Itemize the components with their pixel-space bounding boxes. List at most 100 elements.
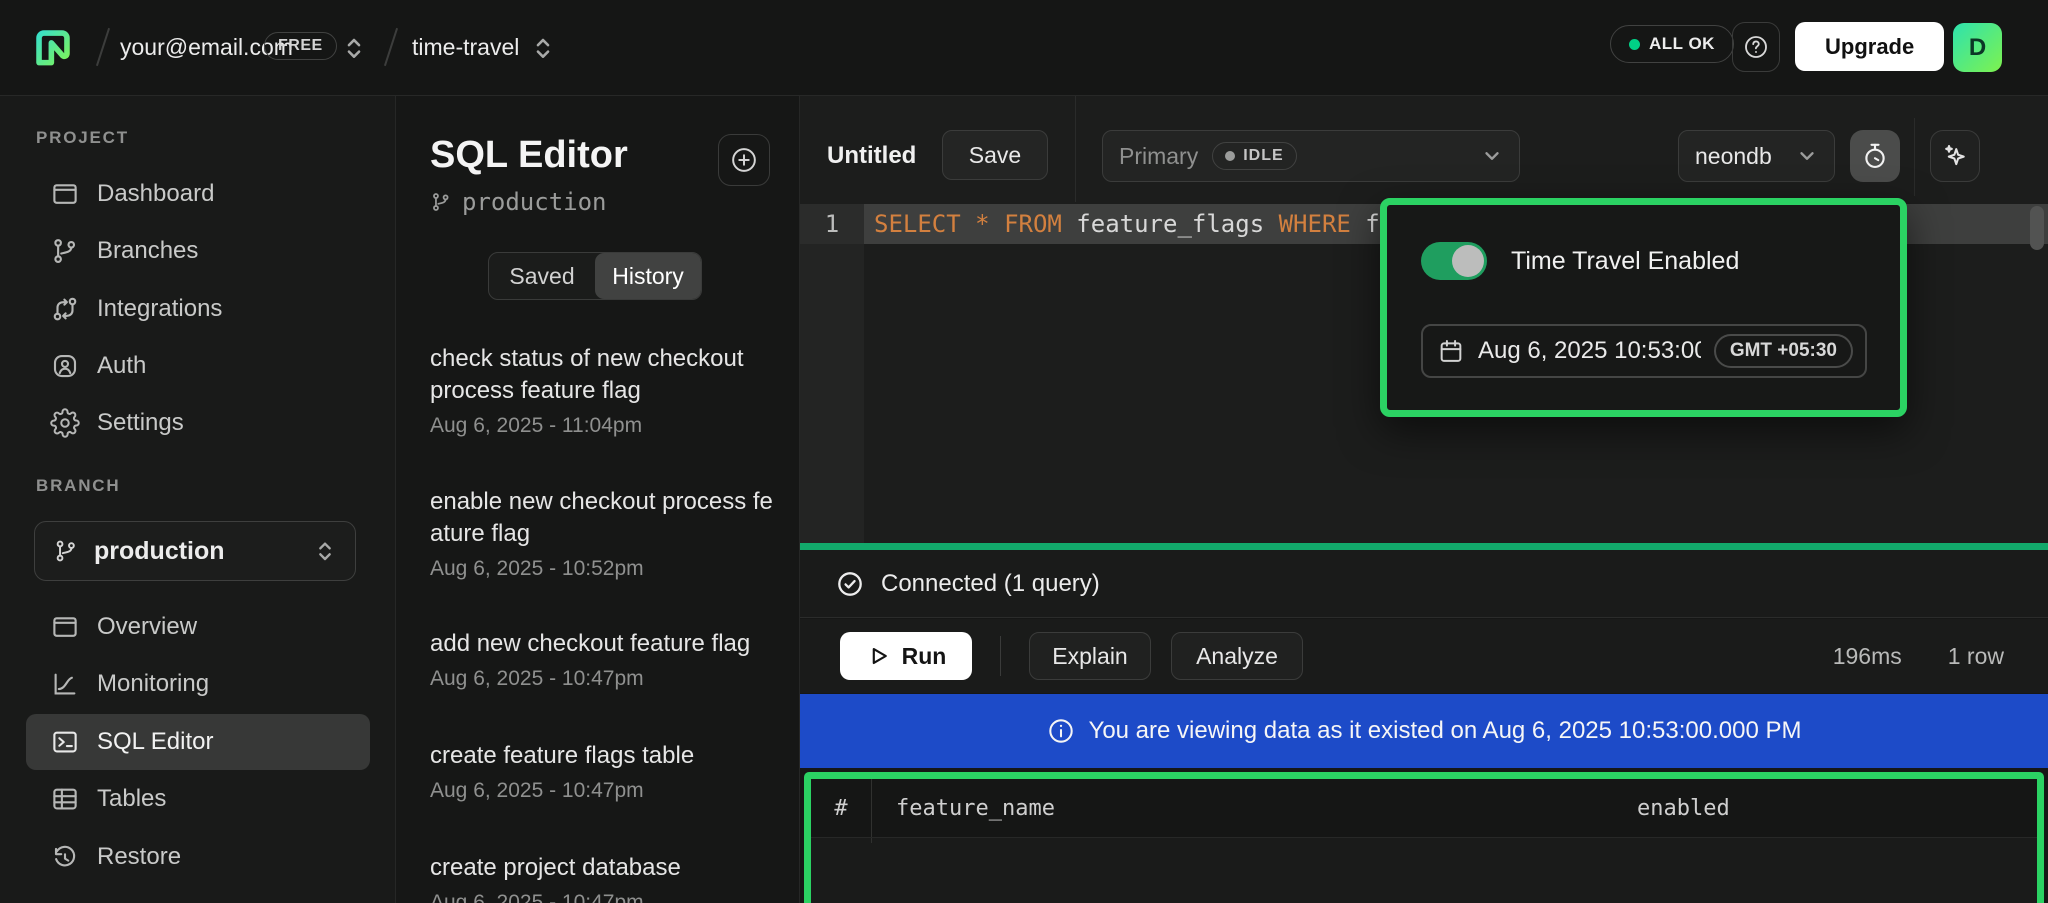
line-number: 1: [800, 204, 864, 244]
neon-console: your@email.com FREE time-travel ALL OK U…: [0, 0, 2048, 903]
time-travel-toggle[interactable]: [1421, 242, 1487, 280]
analyze-button[interactable]: Analyze: [1171, 632, 1303, 680]
stopwatch-icon: [1860, 141, 1890, 171]
history-item-title: enable new checkout process feature flag: [430, 486, 786, 550]
history-item-date: Aug 6, 2025 - 10:47pm: [430, 667, 786, 691]
sql-token: feature_flags: [1062, 210, 1279, 238]
history-item[interactable]: create project database Aug 6, 2025 - 10…: [430, 852, 786, 903]
chevron-updown-icon: [341, 33, 367, 63]
help-button[interactable]: [1732, 22, 1780, 72]
sql-editor-icon: [50, 727, 80, 757]
history-item[interactable]: check status of new checkout process fea…: [430, 343, 786, 438]
tab-history[interactable]: History: [595, 253, 701, 299]
sidebar-item-sql-editor[interactable]: SQL Editor: [26, 714, 370, 770]
sql-token: FROM: [1004, 210, 1062, 238]
query-tab-title[interactable]: Untitled: [827, 142, 916, 170]
git-branch-icon: [50, 236, 80, 266]
time-travel-toggle-row: Time Travel Enabled: [1421, 242, 1739, 280]
results-table: # feature_name enabled 1 new_checkout_pr…: [804, 772, 2044, 903]
banner-text: You are viewing data as it existed on Au…: [1089, 717, 1802, 745]
neon-logo[interactable]: [30, 24, 76, 70]
sidebar-item-tables[interactable]: Tables: [26, 771, 370, 827]
sparkles-icon: [1940, 141, 1970, 171]
toolbar-divider: [1914, 118, 1915, 196]
column-header-feature-name: feature_name: [872, 796, 1637, 821]
compute-select[interactable]: Primary IDLE: [1102, 130, 1520, 182]
toggle-knob: [1452, 245, 1484, 277]
time-travel-button[interactable]: [1850, 130, 1900, 182]
chevron-updown-icon: [530, 33, 556, 63]
sidebar-item-settings[interactable]: Settings: [26, 395, 370, 451]
system-status-pill[interactable]: ALL OK: [1610, 25, 1734, 63]
column-header-index: #: [811, 796, 871, 821]
timezone-badge: GMT +05:30: [1714, 334, 1853, 368]
status-label: ALL OK: [1649, 34, 1715, 54]
upgrade-button[interactable]: Upgrade: [1795, 22, 1944, 71]
history-item-date: Aug 6, 2025 - 11:04pm: [430, 414, 786, 438]
sidebar-item-monitoring[interactable]: Monitoring: [26, 656, 370, 712]
explain-button[interactable]: Explain: [1029, 632, 1151, 680]
sql-code[interactable]: SELECT * FROM feature_flags WHERE fea: [874, 204, 1409, 244]
neon-logo-icon: [30, 24, 76, 70]
help-icon: [1742, 33, 1770, 61]
breadcrumb-slash: [384, 28, 398, 67]
new-query-button[interactable]: [718, 134, 770, 186]
results-table-header: # feature_name enabled: [811, 779, 2044, 838]
panel-branch-label: production: [462, 188, 607, 216]
history-item-title: check status of new checkout process fea…: [430, 343, 786, 407]
sidebar-item-label: Restore: [97, 843, 181, 871]
branch-select-value: production: [94, 537, 298, 566]
column-header-enabled: enabled: [1637, 796, 2044, 821]
query-duration: 196ms: [1833, 643, 1902, 670]
sql-token: SELECT: [874, 210, 961, 238]
sql-token: WHERE: [1279, 210, 1351, 238]
git-branch-icon: [430, 191, 452, 213]
query-actions-bar: Run Explain Analyze 196ms 1 row: [800, 619, 2048, 693]
history-item-title: create feature flags table: [430, 740, 786, 772]
connection-status-bar: Connected (1 query): [800, 550, 2048, 618]
saved-history-tabs: Saved History: [488, 252, 702, 300]
breadcrumb-project[interactable]: time-travel: [412, 34, 519, 61]
editor-scrollbar-thumb[interactable]: [2030, 206, 2044, 250]
sidebar-item-label: SQL Editor: [97, 728, 214, 756]
sidebar-section-branch: BRANCH: [36, 476, 120, 496]
results-divider[interactable]: [800, 543, 2048, 550]
tab-saved[interactable]: Saved: [489, 253, 595, 299]
gear-icon: [50, 408, 80, 438]
time-travel-toggle-label: Time Travel Enabled: [1511, 247, 1739, 276]
ai-assist-button[interactable]: [1930, 130, 1980, 182]
history-item[interactable]: add new checkout feature flag Aug 6, 202…: [430, 628, 786, 691]
sidebar-item-integrations[interactable]: Integrations: [26, 281, 370, 337]
time-travel-banner: You are viewing data as it existed on Au…: [800, 694, 2048, 768]
breadcrumb-slash: [96, 28, 110, 67]
plan-badge: FREE: [264, 32, 337, 60]
history-item-date: Aug 6, 2025 - 10:52pm: [430, 557, 786, 581]
status-dot-icon: [1629, 39, 1640, 50]
database-select[interactable]: neondb: [1678, 130, 1835, 182]
sidebar-item-overview[interactable]: Overview: [26, 599, 370, 655]
sidebar-item-auth[interactable]: Auth: [26, 338, 370, 394]
history-item[interactable]: create feature flags table Aug 6, 2025 -…: [430, 740, 786, 803]
calendar-icon: [1437, 337, 1465, 365]
sidebar-item-branches[interactable]: Branches: [26, 223, 370, 279]
database-name: neondb: [1695, 143, 1796, 170]
history-item-date: Aug 6, 2025 - 10:47pm: [430, 779, 786, 803]
history-item[interactable]: enable new checkout process feature flag…: [430, 486, 786, 581]
overview-icon: [50, 612, 80, 642]
time-travel-datetime-input[interactable]: Aug 6, 2025 10:53:00.00 GMT +05:30: [1421, 324, 1867, 378]
sidebar-item-dashboard[interactable]: Dashboard: [26, 166, 370, 222]
project-switcher-chevron[interactable]: [530, 33, 556, 63]
branch-select[interactable]: production: [34, 521, 356, 581]
chevron-updown-icon: [313, 537, 337, 565]
sidebar-item-restore[interactable]: Restore: [26, 829, 370, 885]
compute-status: IDLE: [1243, 147, 1283, 165]
compute-status-badge: IDLE: [1212, 142, 1296, 170]
git-branch-icon: [53, 538, 79, 564]
account-switcher-chevron[interactable]: [341, 33, 367, 63]
avatar[interactable]: D: [1953, 23, 2002, 72]
history-item-date: Aug 6, 2025 - 10:47pm: [430, 891, 786, 903]
save-button[interactable]: Save: [942, 130, 1048, 180]
auth-icon: [50, 351, 80, 381]
sidebar-section-project: PROJECT: [36, 128, 129, 148]
run-button[interactable]: Run: [840, 632, 972, 680]
